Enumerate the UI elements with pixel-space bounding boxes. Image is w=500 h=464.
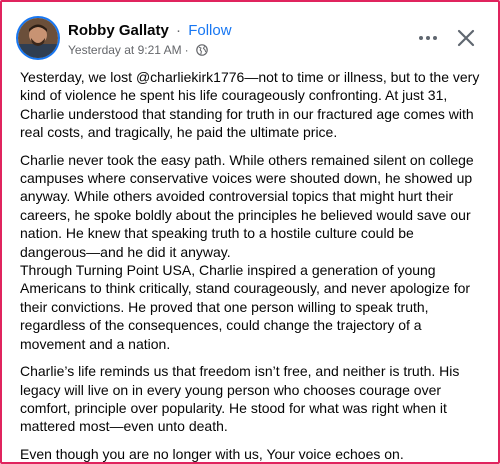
close-icon[interactable]: [452, 24, 480, 52]
post-paragraph: Through Turning Point USA, Charlie inspi…: [20, 262, 471, 352]
author-avatar[interactable]: [18, 18, 58, 58]
post-timestamp[interactable]: Yesterday at 9:21 AM: [68, 42, 182, 58]
post-header: Robby Gallaty · Follow Yesterday at 9:21…: [16, 16, 484, 64]
post-meta: Yesterday at 9:21 AM ·: [68, 42, 208, 58]
follow-button[interactable]: Follow: [188, 22, 231, 39]
post-card: Robby Gallaty · Follow Yesterday at 9:21…: [0, 0, 500, 464]
author-name[interactable]: Robby Gallaty: [68, 22, 169, 39]
post-paragraph: Even though you are no longer with us, Y…: [20, 445, 404, 462]
post-paragraph: Charlie’s life reminds us that freedom i…: [20, 363, 460, 435]
author-line: Robby Gallaty · Follow: [68, 22, 232, 40]
post-paragraph: Charlie never took the easy path. While …: [20, 151, 474, 260]
post-paragraph: Yesterday, we lost @charliekirk1776—not …: [20, 69, 480, 141]
globe-icon[interactable]: [195, 44, 208, 56]
meta-separator: ·: [184, 43, 189, 57]
more-options-icon[interactable]: [414, 24, 442, 52]
name-separator: ·: [176, 22, 182, 39]
post-body: Yesterday, we lost @charliekirk1776—not …: [20, 68, 482, 462]
